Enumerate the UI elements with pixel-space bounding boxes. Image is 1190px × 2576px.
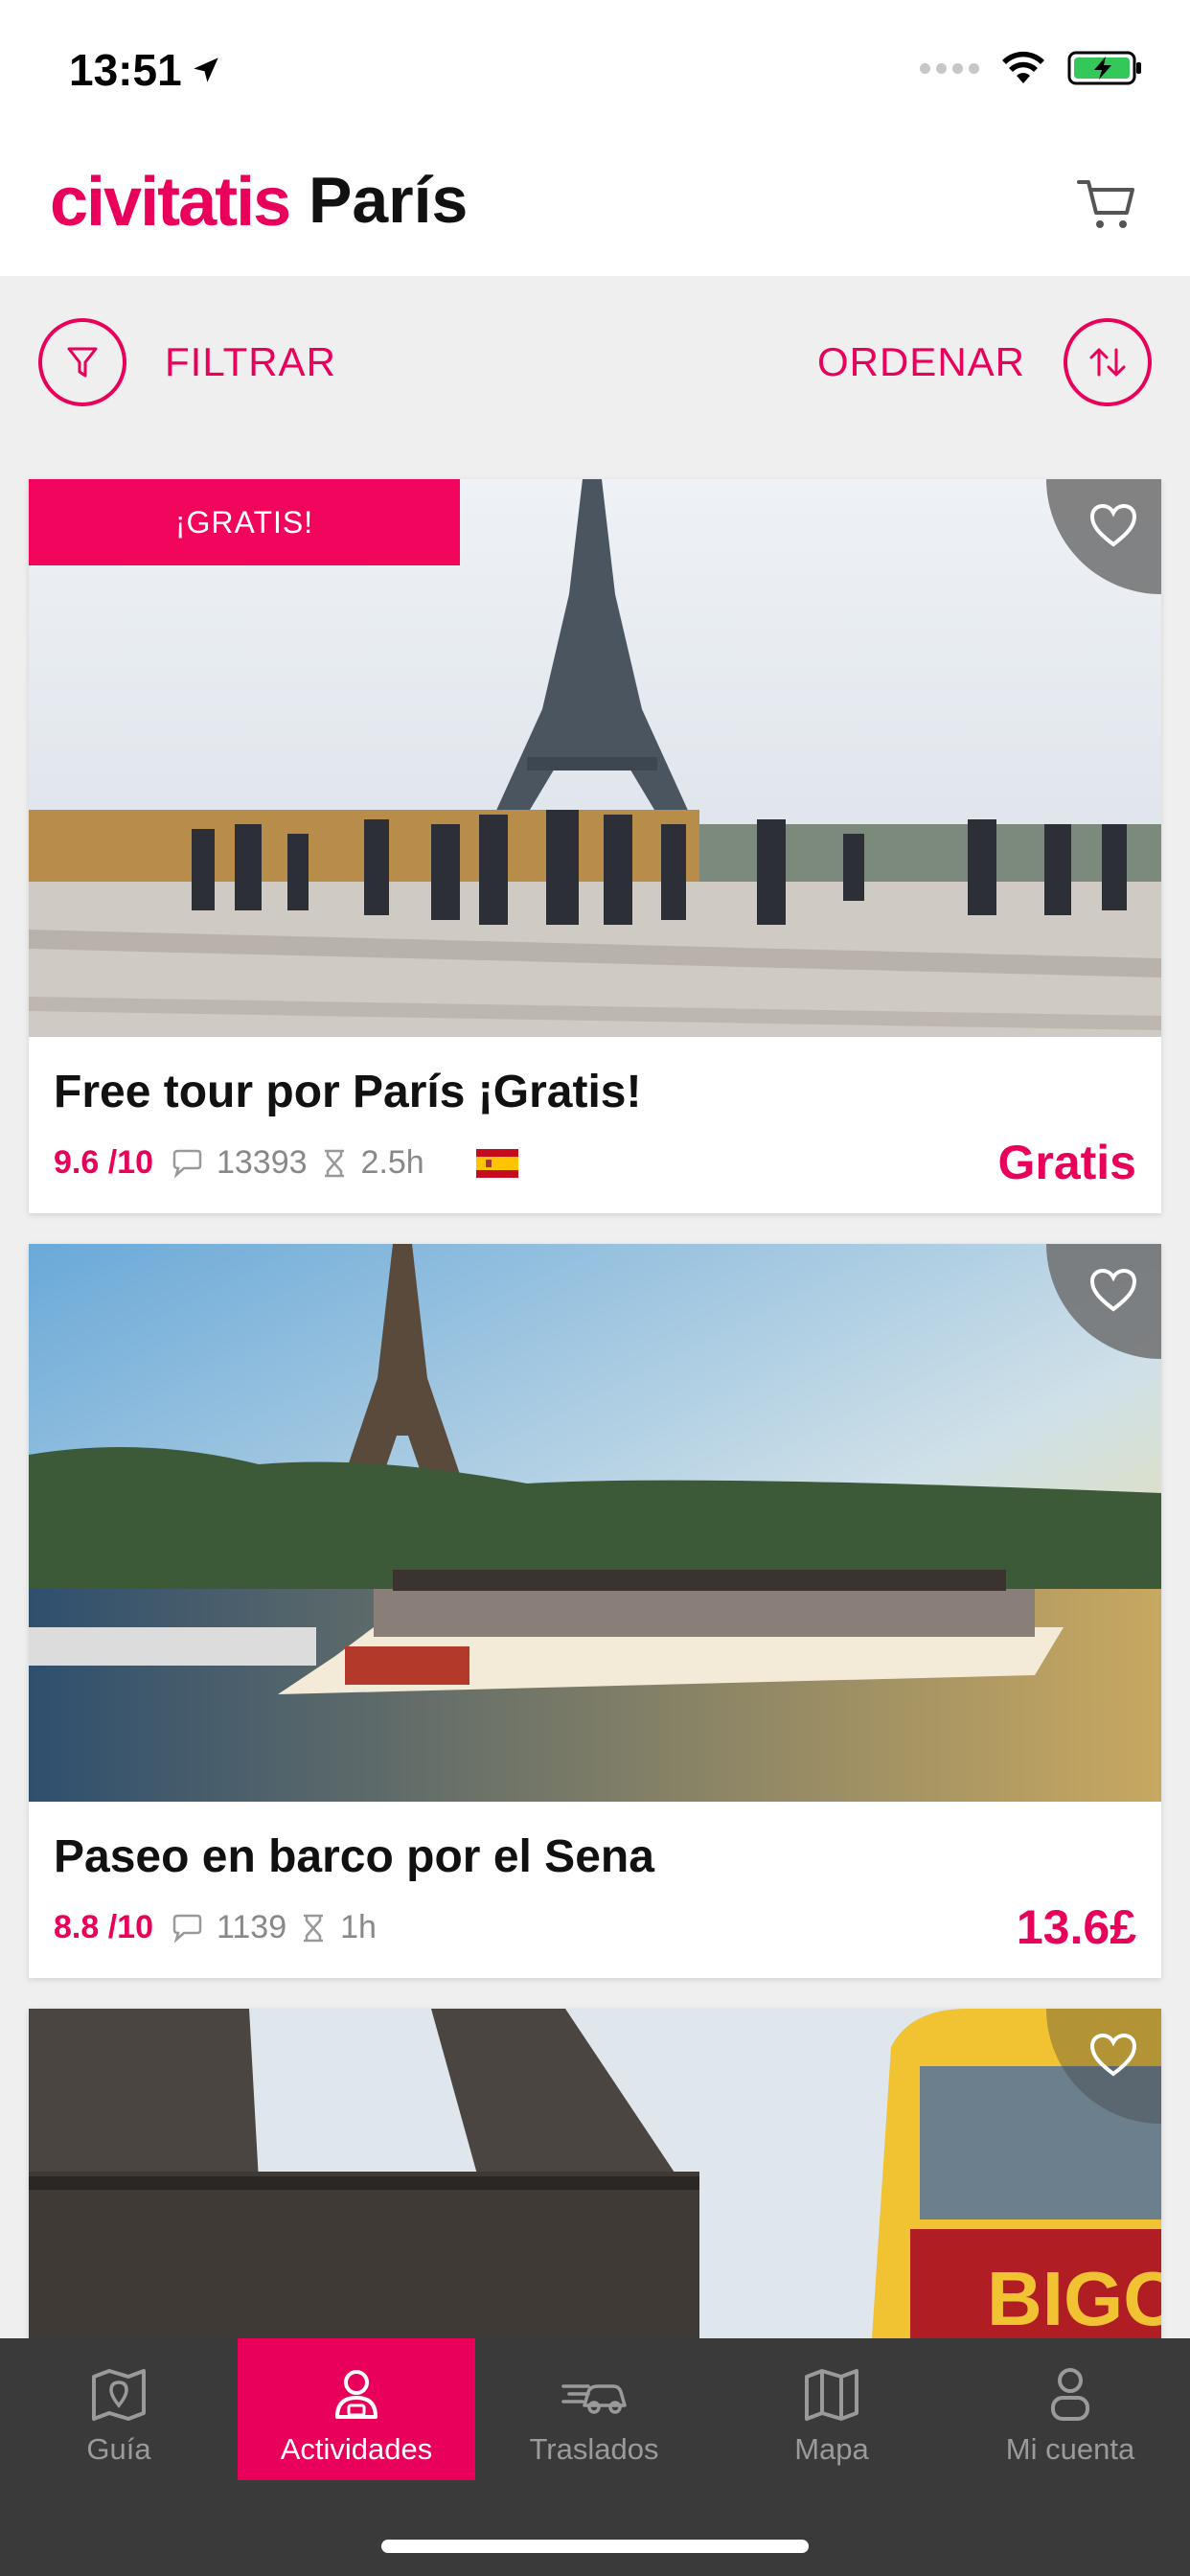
rating: 8.8 /10 <box>54 1909 153 1945</box>
filter-icon <box>38 318 126 406</box>
map-pin-icon <box>92 2369 146 2421</box>
location-arrow-icon <box>193 58 218 82</box>
tab-mi-cuenta[interactable]: Mi cuenta <box>950 2338 1190 2480</box>
hourglass-icon <box>324 1149 344 1177</box>
cellular-signal-icon <box>920 62 979 74</box>
guide-icon <box>335 2370 378 2419</box>
sort-button[interactable]: ORDENAR <box>817 318 1152 406</box>
duration: 2.5h <box>360 1144 424 1181</box>
activity-info: Free tour por París ¡Gratis! 9.6 /10 133… <box>29 1037 1161 1213</box>
cart-icon[interactable] <box>1073 169 1142 238</box>
comment-icon <box>172 1914 202 1944</box>
free-badge: ¡GRATIS! <box>29 479 460 565</box>
status-bar: 13:51 <box>0 0 1190 144</box>
status-time: 13:51 <box>69 44 222 96</box>
activity-card[interactable]: BIGO <box>29 2009 1161 2338</box>
user-icon <box>1051 2368 1089 2421</box>
activity-title: Paseo en barco por el Sena <box>54 1831 654 1882</box>
map-icon <box>805 2369 858 2421</box>
heart-icon <box>1089 2033 1137 2077</box>
app-header: civitatis París <box>0 144 1190 276</box>
tab-label: Mi cuenta <box>1005 2432 1135 2466</box>
status-indicators <box>920 50 1144 86</box>
tab-label: Mapa <box>794 2432 869 2466</box>
activity-card[interactable]: Paseo en barco por el Sena 8.8 /10 1139 … <box>29 1244 1161 1978</box>
activity-meta: 9.6 /10 13393 2.5h <box>54 1144 518 1182</box>
filter-sort-bar: FILTRAR ORDENAR <box>0 276 1190 452</box>
filter-button[interactable]: FILTRAR <box>38 318 336 406</box>
price: Gratis <box>997 1136 1136 1189</box>
duration: 1h <box>340 1909 377 1945</box>
sort-icon <box>1064 318 1152 406</box>
price: 13.6£ <box>1016 1900 1136 1954</box>
tab-guia[interactable]: Guía <box>0 2338 238 2480</box>
bus-text: BIGO <box>987 2256 1161 2338</box>
car-icon <box>561 2384 627 2414</box>
tab-actividades[interactable]: Actividades <box>238 2338 475 2480</box>
review-count: 1139 <box>216 1909 287 1945</box>
activity-title: Free tour por París ¡Gratis! <box>54 1067 642 1117</box>
brand-logo[interactable]: civitatis <box>50 163 291 242</box>
wifi-icon <box>1002 51 1044 83</box>
sort-label: ORDENAR <box>816 339 1025 384</box>
activity-image: BIGO <box>29 2009 1161 2338</box>
review-count: 13393 <box>216 1144 308 1181</box>
home-indicator[interactable] <box>381 2540 809 2553</box>
rating: 9.6 /10 <box>54 1144 153 1181</box>
clock-label: 13:51 <box>69 45 182 95</box>
activity-image: ¡GRATIS! <box>29 479 1161 1037</box>
tab-traslados[interactable]: Traslados <box>475 2338 713 2480</box>
tab-label: Guía <box>86 2432 151 2466</box>
tab-label: Actividades <box>280 2432 433 2466</box>
tab-mapa[interactable]: Mapa <box>713 2338 950 2480</box>
activity-info: Paseo en barco por el Sena 8.8 /10 1139 … <box>29 1802 1161 1978</box>
hourglass-icon <box>304 1914 324 1942</box>
heart-icon <box>1089 503 1137 547</box>
comment-icon <box>172 1149 202 1179</box>
tab-label: Traslados <box>529 2432 659 2466</box>
activity-meta: 8.8 /10 1139 1h <box>54 1909 377 1946</box>
spain-flag-icon <box>475 1148 518 1178</box>
filter-label: FILTRAR <box>165 339 336 384</box>
activity-card[interactable]: ¡GRATIS! Free tour por París ¡Gratis! 9.… <box>29 479 1161 1213</box>
activity-image <box>29 1244 1161 1802</box>
battery-charging-icon <box>1067 51 1141 85</box>
page-title: París <box>309 164 469 237</box>
heart-icon <box>1089 1268 1137 1312</box>
